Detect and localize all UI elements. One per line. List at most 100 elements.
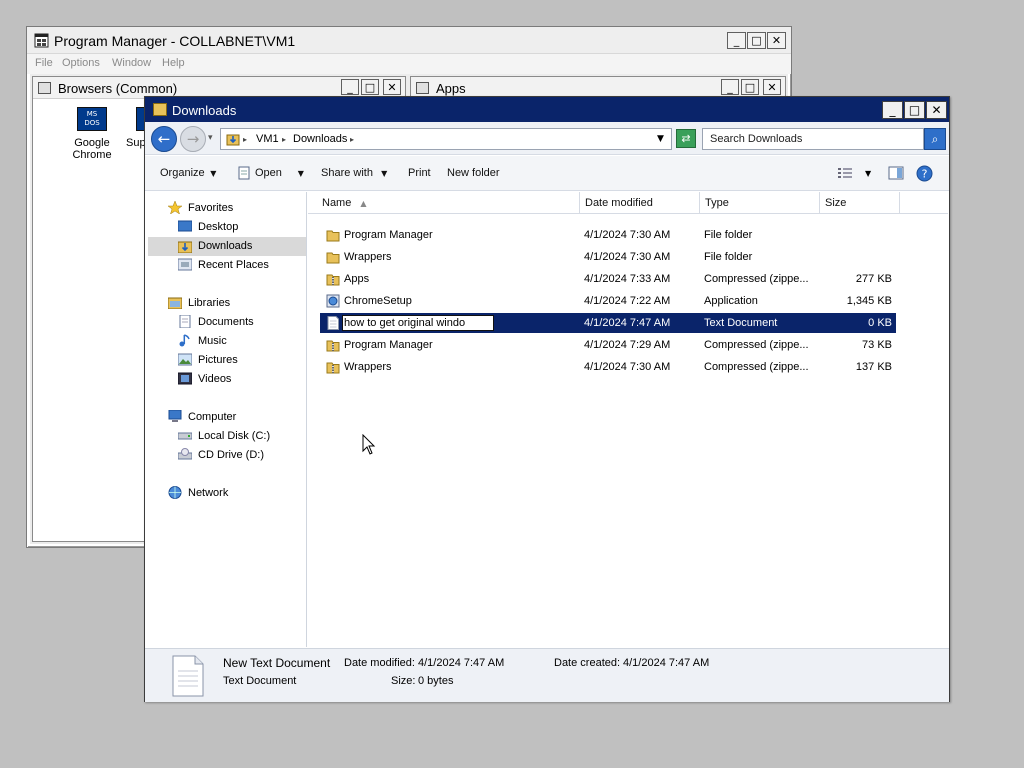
- address-history-dropdown-icon[interactable]: ▼: [657, 134, 664, 144]
- nav-cd-drive[interactable]: CD Drive (D:): [198, 446, 264, 464]
- desktop-icon: [178, 220, 192, 232]
- program-manager-menu-bar: File Options Window Help: [27, 54, 791, 74]
- nav-favorites[interactable]: Favorites: [188, 199, 233, 217]
- back-arrow-icon[interactable]: ←: [151, 126, 177, 152]
- details-file-type: Text Document: [223, 675, 297, 687]
- menu-options[interactable]: Options: [62, 57, 100, 69]
- program-item-google-chrome[interactable]: MS DOS Google Chrome: [57, 107, 127, 161]
- program-item-label: Google: [74, 137, 110, 149]
- file-name: Wrappers: [344, 361, 392, 373]
- pictures-icon: [178, 353, 192, 366]
- videos-icon: [178, 372, 192, 385]
- nav-videos[interactable]: Videos: [198, 370, 231, 388]
- libraries-icon: [168, 297, 182, 309]
- pm-maximize-button[interactable]: □: [747, 32, 766, 49]
- group-window-icon: [38, 82, 51, 94]
- svg-text:?: ?: [922, 168, 928, 181]
- column-header-date[interactable]: Date modified: [580, 192, 700, 214]
- share-with-button[interactable]: Share with ▼: [321, 167, 387, 179]
- folder-icon: [153, 103, 167, 116]
- open-button[interactable]: Open ▼: [255, 167, 304, 179]
- browsers-maximize-button[interactable]: □: [361, 79, 379, 95]
- print-button[interactable]: Print: [408, 167, 431, 179]
- file-date-modified: 4/1/2024 7:30 AM: [584, 229, 671, 241]
- breadcrumb-separator-icon[interactable]: ▸: [350, 135, 354, 144]
- folder-icon: [326, 230, 340, 242]
- nav-music[interactable]: Music: [198, 332, 227, 350]
- explorer-minimize-button[interactable]: _: [882, 101, 903, 119]
- nav-computer[interactable]: Computer: [188, 408, 236, 426]
- explorer-window[interactable]: Downloads _ □ ✕ ← → ▾ ▸ VM1 ▸ Downloads …: [144, 96, 950, 702]
- search-input[interactable]: Search Downloads: [702, 128, 924, 150]
- help-icon[interactable]: ?: [916, 165, 933, 182]
- table-row[interactable]: Program Manager 4/1/2024 7:30 AM File fold…: [320, 225, 896, 245]
- pm-minimize-button[interactable]: _: [727, 32, 746, 49]
- forward-arrow-icon[interactable]: →: [180, 126, 206, 152]
- program-manager-icon: [34, 33, 49, 48]
- rename-filename-input[interactable]: [342, 315, 494, 331]
- share-with-label: Share with: [321, 167, 373, 179]
- nav-network[interactable]: Network: [188, 484, 228, 502]
- details-size-label: Size:: [391, 675, 416, 687]
- recent-pages-dropdown-icon[interactable]: ▾: [208, 133, 213, 143]
- address-bar[interactable]: ▸ VM1 ▸ Downloads ▸ ▼: [220, 128, 672, 150]
- search-icon[interactable]: ⌕: [924, 128, 946, 150]
- column-header-type[interactable]: Type: [700, 192, 820, 214]
- nav-pictures[interactable]: Pictures: [198, 351, 238, 369]
- table-row[interactable]: 4/1/2024 7:47 AM Text Document 0 KB: [320, 313, 896, 333]
- table-row[interactable]: Apps 4/1/2024 7:33 AM Compressed (zippe...…: [320, 269, 896, 289]
- file-name: Program Manager: [344, 229, 433, 241]
- computer-icon: [168, 410, 182, 422]
- explorer-close-button[interactable]: ✕: [926, 101, 947, 119]
- breadcrumb-separator-icon[interactable]: ▸: [282, 135, 286, 144]
- refresh-icon[interactable]: ⇄: [676, 129, 696, 148]
- nav-recent-places[interactable]: Recent Places: [198, 256, 269, 274]
- nav-libraries[interactable]: Libraries: [188, 294, 230, 312]
- preview-pane-icon[interactable]: [888, 165, 904, 181]
- column-header-size[interactable]: Size: [820, 192, 900, 214]
- nav-desktop[interactable]: Desktop: [198, 218, 238, 236]
- menu-window[interactable]: Window: [112, 57, 151, 69]
- breadcrumb-vm1[interactable]: VM1: [256, 133, 279, 145]
- file-size: 277 KB: [855, 273, 892, 285]
- file-list-pane: Name ▲ Date modified Type Size Program M…: [308, 192, 948, 647]
- column-header-name[interactable]: Name ▲: [308, 192, 580, 214]
- explorer-maximize-button[interactable]: □: [904, 101, 925, 119]
- browsers-minimize-button[interactable]: _: [341, 79, 359, 95]
- chevron-down-icon: ▼: [376, 169, 388, 178]
- apps-maximize-button[interactable]: □: [741, 79, 759, 95]
- nav-documents[interactable]: Documents: [198, 313, 254, 331]
- apps-close-button[interactable]: ✕: [763, 79, 781, 95]
- table-row[interactable]: Wrappers 4/1/2024 7:30 AM Compressed (zipp…: [320, 357, 896, 377]
- view-list-icon[interactable]: [837, 166, 853, 180]
- organize-button[interactable]: Organize ▼: [160, 167, 216, 179]
- file-date-modified: 4/1/2024 7:33 AM: [584, 273, 671, 285]
- text-document-icon: [327, 316, 339, 330]
- breadcrumb-downloads[interactable]: Downloads: [293, 133, 347, 145]
- explorer-title-bar[interactable]: Downloads _ □ ✕: [145, 97, 949, 122]
- zip-folder-icon: [326, 362, 340, 374]
- nav-local-disk[interactable]: Local Disk (C:): [198, 427, 270, 445]
- menu-help[interactable]: Help: [162, 57, 185, 69]
- menu-file[interactable]: File: [35, 57, 53, 69]
- navigation-pane: Favorites Desktop Downloads Recent Place…: [148, 192, 307, 647]
- file-name: Program Manager: [344, 339, 433, 351]
- browsers-close-button[interactable]: ✕: [383, 79, 401, 95]
- breadcrumb-separator-icon[interactable]: ▸: [243, 135, 247, 144]
- table-row[interactable]: ChromeSetup 4/1/2024 7:22 AM Application 1,…: [320, 291, 896, 311]
- program-manager-title-bar[interactable]: Program Manager - COLLABNET\VM1 _ □ ✕: [27, 27, 791, 54]
- details-date-modified-label: Date modified:: [344, 657, 415, 669]
- file-size: 0 KB: [868, 317, 892, 329]
- table-row[interactable]: Program Manager 4/1/2024 7:29 AM Compresse…: [320, 335, 896, 355]
- file-date-modified: 4/1/2024 7:29 AM: [584, 339, 671, 351]
- table-row[interactable]: Wrappers 4/1/2024 7:30 AM File folder: [320, 247, 896, 267]
- folder-download-icon: [226, 134, 240, 146]
- view-options-chevron-icon[interactable]: ▼: [865, 169, 871, 178]
- file-date-modified: 4/1/2024 7:30 AM: [584, 361, 671, 373]
- file-type: File folder: [704, 251, 753, 263]
- zip-folder-icon: [326, 340, 340, 352]
- apps-minimize-button[interactable]: _: [721, 79, 739, 95]
- pm-close-button[interactable]: ✕: [767, 32, 786, 49]
- nav-downloads[interactable]: Downloads: [198, 237, 252, 255]
- new-folder-button[interactable]: New folder: [447, 167, 500, 179]
